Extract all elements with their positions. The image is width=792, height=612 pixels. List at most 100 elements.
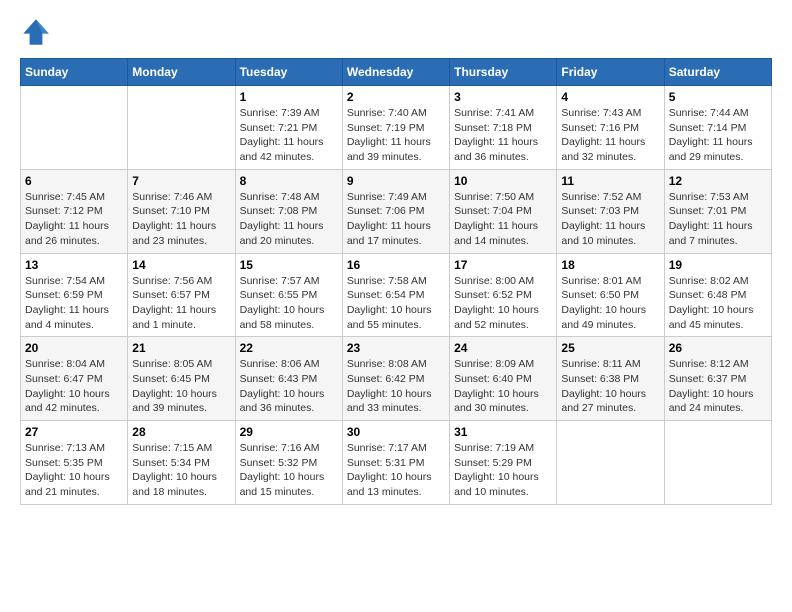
calendar-week-row: 20 Sunrise: 8:04 AM Sunset: 6:47 PM Dayli… [21,337,772,421]
day-info: Sunrise: 8:12 AM Sunset: 6:37 PM Dayligh… [669,357,767,416]
calendar-cell: 26Sunrise: 8:12 AM Sunset: 6:37 PM Dayli… [664,337,771,421]
calendar-cell: 9 Sunrise: 7:49 AM Sunset: 7:06 PM Daylig… [342,169,449,253]
day-number: 16 [347,258,445,272]
day-number: 10 [454,174,552,188]
day-info: Sunrise: 8:11 AM Sunset: 6:38 PM Dayligh… [561,357,659,416]
calendar-cell: 4 Sunrise: 7:43 AM Sunset: 7:16 PM Daylig… [557,86,664,170]
day-number: 17 [454,258,552,272]
day-number: 1 [240,90,338,104]
calendar-cell: 21 Sunrise: 8:05 AM Sunset: 6:45 PM Dayli… [128,337,235,421]
calendar-cell: 20 Sunrise: 8:04 AM Sunset: 6:47 PM Dayli… [21,337,128,421]
calendar-cell: 24Sunrise: 8:09 AM Sunset: 6:40 PM Dayli… [450,337,557,421]
day-info: Sunrise: 7:17 AM Sunset: 5:31 PM Dayligh… [347,441,445,500]
calendar-cell: 7Sunrise: 7:46 AM Sunset: 7:10 PM Daylig… [128,169,235,253]
day-info: Sunrise: 7:15 AM Sunset: 5:34 PM Dayligh… [132,441,230,500]
calendar-cell: 6Sunrise: 7:45 AM Sunset: 7:12 PM Daylig… [21,169,128,253]
day-number: 9 [347,174,445,188]
calendar-cell: 5Sunrise: 7:44 AM Sunset: 7:14 PM Daylig… [664,86,771,170]
day-info: Sunrise: 8:08 AM Sunset: 6:42 PM Dayligh… [347,357,445,416]
calendar-cell: 22Sunrise: 8:06 AM Sunset: 6:43 PM Dayli… [235,337,342,421]
day-info: Sunrise: 7:57 AM Sunset: 6:55 PM Dayligh… [240,274,338,333]
calendar-header-row: SundayMondayTuesdayWednesdayThursdayFrid… [21,59,772,86]
day-info: Sunrise: 7:52 AM Sunset: 7:03 PM Dayligh… [561,190,659,249]
day-info: Sunrise: 7:44 AM Sunset: 7:14 PM Dayligh… [669,106,767,165]
page-header [20,16,772,48]
calendar-cell: 13Sunrise: 7:54 AM Sunset: 6:59 PM Dayli… [21,253,128,337]
calendar-cell: 14 Sunrise: 7:56 AM Sunset: 6:57 PM Dayli… [128,253,235,337]
calendar-cell: 15 Sunrise: 7:57 AM Sunset: 6:55 PM Dayli… [235,253,342,337]
day-info: Sunrise: 7:40 AM Sunset: 7:19 PM Dayligh… [347,106,445,165]
calendar-cell: 16 Sunrise: 7:58 AM Sunset: 6:54 PM Dayli… [342,253,449,337]
day-info: Sunrise: 7:16 AM Sunset: 5:32 PM Dayligh… [240,441,338,500]
calendar-cell: 3 Sunrise: 7:41 AM Sunset: 7:18 PM Daylig… [450,86,557,170]
calendar-week-row: 6Sunrise: 7:45 AM Sunset: 7:12 PM Daylig… [21,169,772,253]
calendar-cell: 12 Sunrise: 7:53 AM Sunset: 7:01 PM Dayli… [664,169,771,253]
day-info: Sunrise: 8:04 AM Sunset: 6:47 PM Dayligh… [25,357,123,416]
day-info: Sunrise: 7:56 AM Sunset: 6:57 PM Dayligh… [132,274,230,333]
calendar-week-row: 27Sunrise: 7:13 AM Sunset: 5:35 PM Dayli… [21,421,772,505]
day-info: Sunrise: 8:00 AM Sunset: 6:52 PM Dayligh… [454,274,552,333]
calendar-week-row: 13Sunrise: 7:54 AM Sunset: 6:59 PM Dayli… [21,253,772,337]
day-number: 2 [347,90,445,104]
day-number: 21 [132,341,230,355]
calendar-cell: 27Sunrise: 7:13 AM Sunset: 5:35 PM Dayli… [21,421,128,505]
day-header-friday: Friday [557,59,664,86]
calendar-cell [557,421,664,505]
calendar-cell [664,421,771,505]
day-header-tuesday: Tuesday [235,59,342,86]
logo [20,16,56,48]
day-number: 20 [25,341,123,355]
calendar-table: SundayMondayTuesdayWednesdayThursdayFrid… [20,58,772,505]
day-number: 8 [240,174,338,188]
day-info: Sunrise: 8:02 AM Sunset: 6:48 PM Dayligh… [669,274,767,333]
day-info: Sunrise: 7:39 AM Sunset: 7:21 PM Dayligh… [240,106,338,165]
calendar-cell: 1 Sunrise: 7:39 AM Sunset: 7:21 PM Daylig… [235,86,342,170]
day-number: 30 [347,425,445,439]
day-number: 13 [25,258,123,272]
day-header-wednesday: Wednesday [342,59,449,86]
day-number: 25 [561,341,659,355]
day-info: Sunrise: 7:50 AM Sunset: 7:04 PM Dayligh… [454,190,552,249]
calendar-cell: 28 Sunrise: 7:15 AM Sunset: 5:34 PM Dayli… [128,421,235,505]
day-header-monday: Monday [128,59,235,86]
day-number: 19 [669,258,767,272]
day-info: Sunrise: 7:46 AM Sunset: 7:10 PM Dayligh… [132,190,230,249]
calendar-cell: 31 Sunrise: 7:19 AM Sunset: 5:29 PM Dayli… [450,421,557,505]
day-info: Sunrise: 7:58 AM Sunset: 6:54 PM Dayligh… [347,274,445,333]
day-number: 23 [347,341,445,355]
day-number: 28 [132,425,230,439]
day-number: 29 [240,425,338,439]
day-info: Sunrise: 7:48 AM Sunset: 7:08 PM Dayligh… [240,190,338,249]
day-number: 24 [454,341,552,355]
day-number: 14 [132,258,230,272]
day-info: Sunrise: 7:43 AM Sunset: 7:16 PM Dayligh… [561,106,659,165]
calendar-cell: 18Sunrise: 8:01 AM Sunset: 6:50 PM Dayli… [557,253,664,337]
day-number: 11 [561,174,659,188]
day-info: Sunrise: 8:06 AM Sunset: 6:43 PM Dayligh… [240,357,338,416]
day-info: Sunrise: 7:19 AM Sunset: 5:29 PM Dayligh… [454,441,552,500]
calendar-cell: 2 Sunrise: 7:40 AM Sunset: 7:19 PM Daylig… [342,86,449,170]
calendar-cell: 8 Sunrise: 7:48 AM Sunset: 7:08 PM Daylig… [235,169,342,253]
logo-icon [20,16,52,48]
day-info: Sunrise: 7:49 AM Sunset: 7:06 PM Dayligh… [347,190,445,249]
day-header-sunday: Sunday [21,59,128,86]
calendar-cell: 17 Sunrise: 8:00 AM Sunset: 6:52 PM Dayli… [450,253,557,337]
calendar-cell: 10 Sunrise: 7:50 AM Sunset: 7:04 PM Dayli… [450,169,557,253]
day-number: 3 [454,90,552,104]
day-number: 31 [454,425,552,439]
day-info: Sunrise: 8:05 AM Sunset: 6:45 PM Dayligh… [132,357,230,416]
calendar-cell [21,86,128,170]
day-info: Sunrise: 7:41 AM Sunset: 7:18 PM Dayligh… [454,106,552,165]
day-info: Sunrise: 8:01 AM Sunset: 6:50 PM Dayligh… [561,274,659,333]
calendar-cell: 19 Sunrise: 8:02 AM Sunset: 6:48 PM Dayli… [664,253,771,337]
day-number: 27 [25,425,123,439]
day-number: 12 [669,174,767,188]
day-number: 4 [561,90,659,104]
calendar-cell: 30 Sunrise: 7:17 AM Sunset: 5:31 PM Dayli… [342,421,449,505]
calendar-cell: 23 Sunrise: 8:08 AM Sunset: 6:42 PM Dayli… [342,337,449,421]
calendar-cell: 11 Sunrise: 7:52 AM Sunset: 7:03 PM Dayli… [557,169,664,253]
day-header-saturday: Saturday [664,59,771,86]
day-info: Sunrise: 7:45 AM Sunset: 7:12 PM Dayligh… [25,190,123,249]
day-number: 15 [240,258,338,272]
day-info: Sunrise: 7:53 AM Sunset: 7:01 PM Dayligh… [669,190,767,249]
